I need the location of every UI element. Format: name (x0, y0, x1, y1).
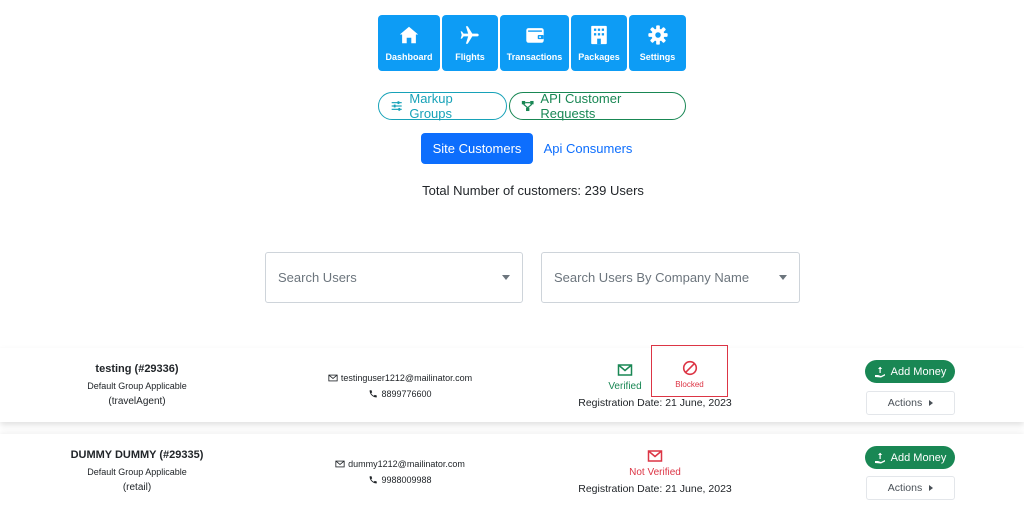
nav-packages-label: Packages (578, 52, 620, 62)
hand-money-icon (874, 366, 885, 377)
tab-api-consumers[interactable]: Api Consumers (538, 133, 638, 164)
customer-type: (retail) (122, 482, 152, 493)
envelope-icon (335, 460, 345, 468)
phone-icon (370, 476, 378, 484)
caret-right-icon (929, 400, 934, 406)
customer-email: testinguser1212@mailinator.com (300, 373, 500, 383)
customer-group: Default Group Applicable (87, 467, 187, 477)
actions-dropdown[interactable]: Actions (866, 391, 955, 415)
customer-email: dummy1212@mailinator.com (300, 459, 500, 469)
search-company-placeholder: Search Users By Company Name (554, 270, 750, 285)
customer-phone-text: 8899776600 (381, 389, 432, 399)
api-customer-requests-label: API Customer Requests (540, 91, 622, 121)
verification-label: Not Verified (629, 467, 681, 478)
envelope-icon (328, 374, 338, 382)
customer-phone-text: 9988009988 (381, 475, 432, 485)
nav-flights-button[interactable]: Flights (442, 15, 498, 71)
nav-settings-label: Settings (639, 52, 676, 62)
hand-money-icon (874, 452, 885, 463)
gear-icon (647, 25, 668, 45)
top-nav: Dashboard Flights Transactions Packages (378, 15, 686, 71)
search-users-select[interactable]: Search Users (265, 252, 523, 303)
add-money-button[interactable]: Add Money (865, 360, 955, 383)
envelope-icon (647, 450, 663, 462)
customer-name: DUMMY DUMMY (#29335) (70, 449, 204, 461)
network-icon (521, 100, 534, 112)
chevron-down-icon (502, 275, 510, 280)
customer-phone: 9988009988 (300, 475, 500, 485)
api-customer-requests-button[interactable]: API Customer Requests (509, 91, 686, 121)
customer-email-text: testinguser1212@mailinator.com (340, 373, 473, 383)
plane-icon (460, 26, 479, 44)
markup-groups-button[interactable]: Markup Groups (378, 91, 507, 121)
caret-right-icon (929, 485, 934, 491)
customer-email-text: dummy1212@mailinator.com (348, 459, 465, 469)
verification-label: Verified (608, 381, 642, 392)
add-money-button[interactable]: Add Money (865, 446, 955, 469)
actions-label: Actions (887, 397, 923, 409)
building-icon (591, 25, 607, 45)
add-money-label: Add Money (890, 451, 947, 464)
nav-transactions-button[interactable]: Transactions (500, 15, 569, 71)
registration-date: Registration Date: 21 June, 2023 (578, 483, 732, 495)
search-users-placeholder: Search Users (278, 270, 357, 285)
search-company-select[interactable]: Search Users By Company Name (541, 252, 800, 303)
nav-transactions-label: Transactions (506, 52, 563, 62)
markup-groups-label: Markup Groups (409, 91, 453, 121)
nav-dashboard-button[interactable]: Dashboard (378, 15, 440, 71)
envelope-icon (617, 364, 633, 376)
customer-phone: 8899776600 (300, 389, 500, 399)
home-icon (399, 26, 419, 44)
verification-status: Verified (595, 362, 655, 392)
ban-icon (682, 360, 697, 376)
nav-settings-button[interactable]: Settings (629, 15, 686, 71)
actions-dropdown[interactable]: Actions (866, 476, 955, 500)
actions-label: Actions (887, 482, 923, 494)
nav-flights-label: Flights (455, 52, 485, 62)
customer-type: (travelAgent) (108, 396, 166, 407)
add-money-label: Add Money (890, 365, 947, 378)
total-customers-text: Total Number of customers: 239 Users (422, 183, 644, 198)
registration-date: Registration Date: 21 June, 2023 (578, 397, 732, 409)
chevron-down-icon (779, 275, 787, 280)
nav-packages-button[interactable]: Packages (571, 15, 627, 71)
nav-dashboard-label: Dashboard (385, 52, 433, 62)
tab-site-customers[interactable]: Site Customers (421, 133, 533, 164)
phone-icon (370, 390, 378, 398)
verification-status: Not Verified (605, 448, 705, 478)
customer-name: testing (#29336) (95, 363, 179, 375)
blocked-label: Blocked (675, 380, 704, 389)
sliders-icon (391, 101, 402, 111)
blocked-status-button[interactable]: Blocked (651, 360, 728, 389)
wallet-icon (525, 28, 544, 43)
customer-group: Default Group Applicable (87, 381, 187, 391)
